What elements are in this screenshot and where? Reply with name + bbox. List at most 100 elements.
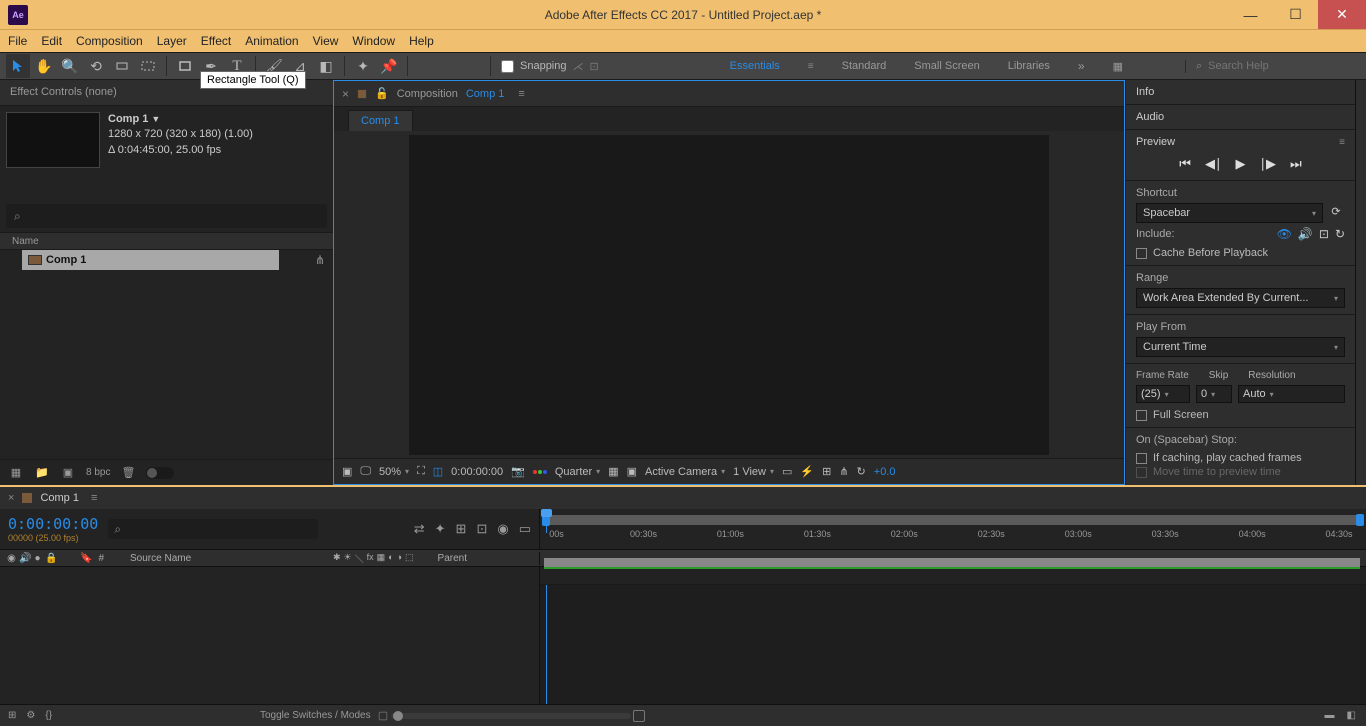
sw3-icon[interactable]: ＼ bbox=[355, 552, 364, 565]
selection-tool-icon[interactable] bbox=[6, 54, 30, 78]
col-solo-icon[interactable]: ● bbox=[32, 553, 43, 564]
layer-list[interactable] bbox=[0, 585, 540, 704]
sw7-icon[interactable]: ◑ bbox=[397, 552, 402, 565]
timeline-search[interactable]: ⌕ bbox=[108, 519, 318, 539]
rectangle-tool-icon[interactable] bbox=[173, 54, 197, 78]
camera-select[interactable]: Active Camera ▾ bbox=[645, 466, 725, 478]
workspace-settings-icon[interactable]: ▦ bbox=[1113, 60, 1123, 73]
timeline-tracks[interactable] bbox=[540, 585, 1366, 704]
search-input[interactable] bbox=[1208, 60, 1328, 72]
tl-opt2-icon[interactable]: ✦ bbox=[435, 521, 446, 537]
lock-icon[interactable]: 🔓 bbox=[375, 87, 389, 100]
project-search[interactable]: ⌕ bbox=[6, 204, 327, 228]
cache-checkbox[interactable]: Cache Before Playback bbox=[1136, 247, 1345, 259]
include-video-icon[interactable]: 👁 bbox=[1277, 227, 1292, 241]
camera-tool-icon[interactable] bbox=[136, 54, 160, 78]
shortcut-select[interactable]: Spacebar▾ bbox=[1136, 203, 1323, 223]
menu-view[interactable]: View bbox=[313, 34, 339, 48]
info-panel-header[interactable]: Info bbox=[1126, 80, 1355, 105]
timeline-zoom-slider[interactable] bbox=[391, 713, 631, 719]
audio-panel-header[interactable]: Audio bbox=[1126, 105, 1355, 130]
comp-thumbnail[interactable] bbox=[6, 112, 100, 168]
new-folder-icon[interactable]: 📁 bbox=[34, 465, 50, 481]
skip-select[interactable]: 0▾ bbox=[1196, 385, 1232, 403]
snapping-checkbox[interactable] bbox=[501, 60, 514, 73]
snapshot-icon[interactable]: 📷 bbox=[511, 465, 525, 478]
exposure-value[interactable]: +0.0 bbox=[874, 466, 896, 478]
new-comp-icon[interactable]: ▣ bbox=[60, 465, 76, 481]
hand-tool-icon[interactable]: ✋ bbox=[32, 54, 56, 78]
comp-subtab[interactable]: Comp 1 bbox=[348, 110, 413, 131]
workspace-menu-icon[interactable]: ≡ bbox=[808, 61, 814, 72]
right-panel-scrollbar[interactable] bbox=[1355, 80, 1366, 485]
timeline-menu-icon[interactable]: ≡ bbox=[91, 492, 97, 504]
mask-toggle-icon[interactable]: ▣ bbox=[342, 465, 352, 478]
render-toggle[interactable] bbox=[146, 467, 174, 479]
zoom-level[interactable]: 50% ▾ bbox=[379, 466, 409, 478]
timeline-icon[interactable]: ⊞ bbox=[822, 465, 831, 478]
workspace-essentials[interactable]: Essentials bbox=[730, 60, 780, 72]
rotation-tool-icon[interactable] bbox=[110, 54, 134, 78]
playhead[interactable] bbox=[546, 513, 547, 533]
preview-panel-header[interactable]: Preview bbox=[1136, 136, 1175, 148]
orbit-tool-icon[interactable]: ⟲ bbox=[84, 54, 108, 78]
current-time[interactable]: 0:00:00:00 bbox=[451, 466, 503, 478]
grid-icon[interactable]: ◫ bbox=[433, 465, 443, 478]
menu-help[interactable]: Help bbox=[409, 34, 434, 48]
playhead-line[interactable] bbox=[546, 585, 547, 704]
close-panel-icon[interactable]: × bbox=[342, 87, 349, 101]
menu-layer[interactable]: Layer bbox=[157, 34, 187, 48]
workspace-libraries[interactable]: Libraries bbox=[1008, 60, 1050, 72]
bpc-toggle[interactable]: 8 bpc bbox=[86, 467, 110, 478]
tl-opt1-icon[interactable]: ⇄ bbox=[414, 521, 425, 537]
panel-menu-icon[interactable]: ≡ bbox=[518, 88, 524, 100]
canvas[interactable] bbox=[409, 135, 1049, 455]
col-lock-icon[interactable]: 🔒 bbox=[45, 553, 56, 564]
timecode[interactable]: 0:00:00:00 bbox=[8, 515, 98, 533]
rotobrush-tool-icon[interactable]: ✦ bbox=[351, 54, 375, 78]
help-search[interactable]: ⌕ bbox=[1185, 60, 1360, 73]
col-video-icon[interactable]: ◉ bbox=[6, 553, 17, 564]
menu-window[interactable]: Window bbox=[352, 34, 395, 48]
maximize-button[interactable]: ☐ bbox=[1273, 0, 1318, 29]
tl-opt5-icon[interactable]: ◉ bbox=[497, 521, 508, 537]
eraser-tool-icon[interactable]: ◧ bbox=[314, 54, 338, 78]
ruler-toggle-icon[interactable]: 🖵 bbox=[360, 465, 371, 478]
sw6-icon[interactable]: ◐ bbox=[388, 552, 393, 565]
sw4-icon[interactable]: fx bbox=[367, 552, 374, 565]
include-audio-icon[interactable]: 🔊 bbox=[1298, 227, 1313, 241]
timeline-close-icon[interactable]: × bbox=[8, 492, 14, 504]
menu-file[interactable]: File bbox=[8, 34, 27, 48]
workspace-smallscreen[interactable]: Small Screen bbox=[914, 60, 979, 72]
toggle-switches-button[interactable]: Toggle Switches / Modes bbox=[260, 710, 371, 721]
sw2-icon[interactable]: ☀ bbox=[344, 552, 352, 565]
onstop-opt1[interactable]: If caching, play cached frames bbox=[1136, 452, 1345, 464]
sw1-icon[interactable]: ✱ bbox=[333, 552, 341, 565]
framerate-select[interactable]: (25)▾ bbox=[1136, 385, 1190, 403]
interpret-footage-icon[interactable]: ▦ bbox=[8, 465, 24, 481]
pixel-aspect-icon[interactable]: ▭ bbox=[782, 465, 792, 478]
flowchart-icon[interactable]: ⋔ bbox=[307, 251, 333, 269]
quality-select[interactable]: Quarter ▾ bbox=[555, 466, 600, 478]
sw8-icon[interactable]: ⬚ bbox=[405, 552, 414, 565]
include-loop-icon[interactable]: ↻ bbox=[1335, 227, 1345, 241]
close-button[interactable]: ✕ bbox=[1318, 0, 1366, 29]
col-source-header[interactable]: Source Name bbox=[130, 553, 191, 564]
play-icon[interactable]: ▶ bbox=[1236, 156, 1246, 172]
timeline-tab[interactable]: Comp 1 bbox=[40, 492, 79, 504]
tl-opt3-icon[interactable]: ⊞ bbox=[456, 521, 467, 537]
last-frame-icon[interactable]: ⏭ bbox=[1290, 156, 1302, 172]
frame-counter[interactable]: 00000 (25.00 fps) bbox=[8, 533, 98, 543]
tl-opt6-icon[interactable]: ▭ bbox=[519, 521, 531, 537]
comp-name[interactable]: Comp 1 bbox=[108, 113, 148, 125]
menu-composition[interactable]: Composition bbox=[76, 34, 143, 48]
comp-menu-caret-icon[interactable]: ▼ bbox=[151, 114, 160, 124]
puppet-tool-icon[interactable]: 📌 bbox=[377, 54, 401, 78]
workarea-end-handle[interactable] bbox=[1356, 514, 1364, 526]
resolution-select[interactable]: Auto▾ bbox=[1238, 385, 1345, 403]
transparency-icon[interactable]: ▦ bbox=[608, 465, 618, 478]
workspace-standard[interactable]: Standard bbox=[842, 60, 887, 72]
playfrom-select[interactable]: Current Time▾ bbox=[1136, 337, 1345, 357]
col-audio-icon[interactable]: 🔊 bbox=[19, 553, 30, 564]
col-name-header[interactable]: Name bbox=[12, 236, 39, 247]
